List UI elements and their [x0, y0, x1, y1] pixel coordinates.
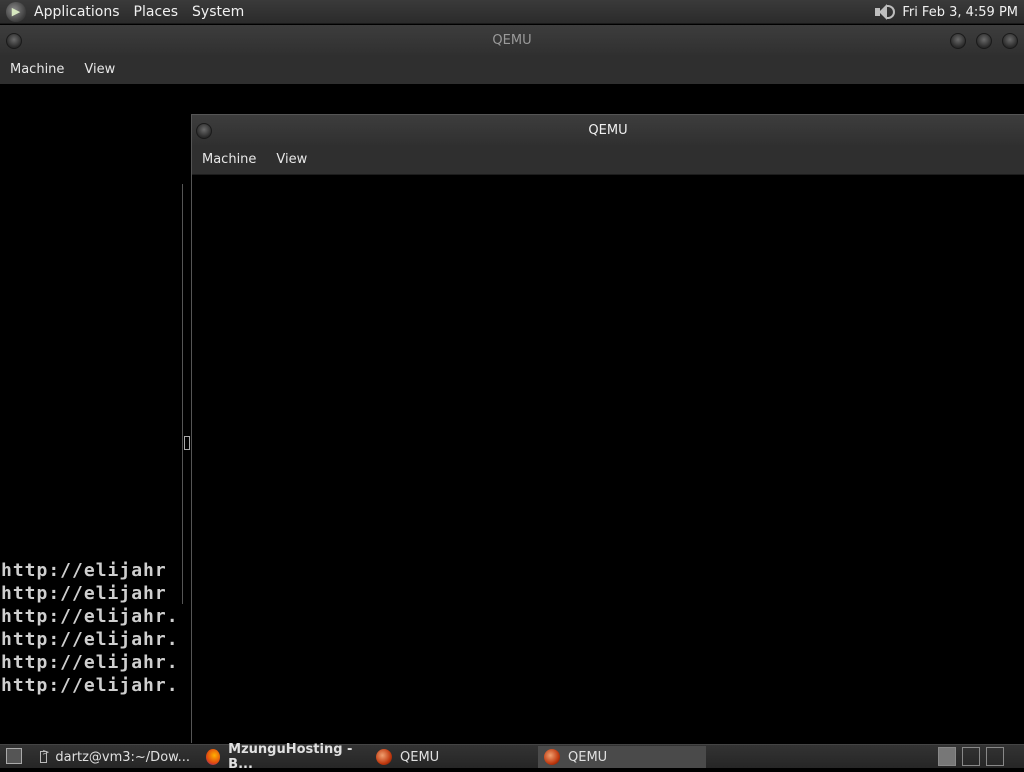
- task-label: dartz@vm3:~/Dow...: [55, 749, 190, 765]
- firefox-icon: [206, 749, 221, 765]
- taskbar-item-terminal[interactable]: dartz@vm3:~/Dow...: [34, 746, 196, 768]
- terminal-icon: [40, 748, 50, 763]
- terminal-line: http://elijahr: [1, 583, 167, 604]
- terminal-line: http://elijahr: [1, 560, 167, 581]
- titlebar[interactable]: QEMU: [192, 115, 1024, 145]
- view-menu[interactable]: View: [276, 152, 307, 167]
- window-menu-icon[interactable]: [6, 33, 22, 49]
- machine-menu[interactable]: Machine: [202, 152, 256, 167]
- vm-display[interactable]: [192, 175, 1024, 743]
- terminal-line: http://elijahr.: [1, 629, 179, 650]
- panel-tray: Fri Feb 3, 4:59 PM: [872, 0, 1020, 24]
- inner-scroll-marker: [184, 436, 190, 450]
- qemu-window-front: QEMU Machine View: [191, 114, 1024, 743]
- minimize-icon[interactable]: [950, 33, 966, 49]
- menubar: Machine View: [192, 145, 1024, 175]
- maximize-icon[interactable]: [976, 33, 992, 49]
- workspace-switcher-3[interactable]: [986, 747, 1004, 766]
- clock[interactable]: Fri Feb 3, 4:59 PM: [902, 5, 1018, 20]
- taskbar-item-firefox[interactable]: MzunguHosting - B...: [200, 742, 370, 772]
- top-panel: ▶ Applications Places System Fri Feb 3, …: [0, 0, 1024, 24]
- taskbar-item-qemu-active[interactable]: QEMU: [538, 746, 706, 768]
- task-label: QEMU: [400, 749, 440, 765]
- applications-menu[interactable]: Applications: [34, 4, 120, 20]
- system-menu[interactable]: System: [192, 4, 244, 20]
- qemu-icon: [544, 749, 560, 765]
- window-menu-icon[interactable]: [196, 123, 212, 139]
- view-menu[interactable]: View: [84, 62, 115, 77]
- terminal-line: http://elijahr.: [1, 652, 179, 673]
- volume-icon[interactable]: [872, 3, 896, 21]
- menubar: Machine View: [0, 55, 1024, 85]
- workspace-switcher-2[interactable]: [962, 747, 980, 766]
- workspace-switcher-1[interactable]: [938, 747, 956, 766]
- show-desktop-icon[interactable]: [6, 748, 22, 764]
- close-icon[interactable]: [1002, 33, 1018, 49]
- terminal-line: http://elijahr.: [1, 606, 179, 627]
- taskbar-item-qemu[interactable]: QEMU: [370, 746, 536, 768]
- machine-menu[interactable]: Machine: [10, 62, 64, 77]
- window-title: QEMU: [588, 122, 628, 138]
- window-title: QEMU: [492, 32, 532, 48]
- inner-window-edge: [182, 184, 190, 604]
- places-menu[interactable]: Places: [134, 4, 179, 20]
- terminal-line: http://elijahr.: [1, 675, 179, 696]
- titlebar[interactable]: QEMU: [0, 25, 1024, 55]
- qemu-icon: [376, 749, 392, 765]
- task-label: QEMU: [568, 749, 608, 765]
- mate-menu-icon[interactable]: ▶: [6, 1, 26, 22]
- bottom-panel: dartz@vm3:~/Dow... MzunguHosting - B... …: [0, 742, 1024, 772]
